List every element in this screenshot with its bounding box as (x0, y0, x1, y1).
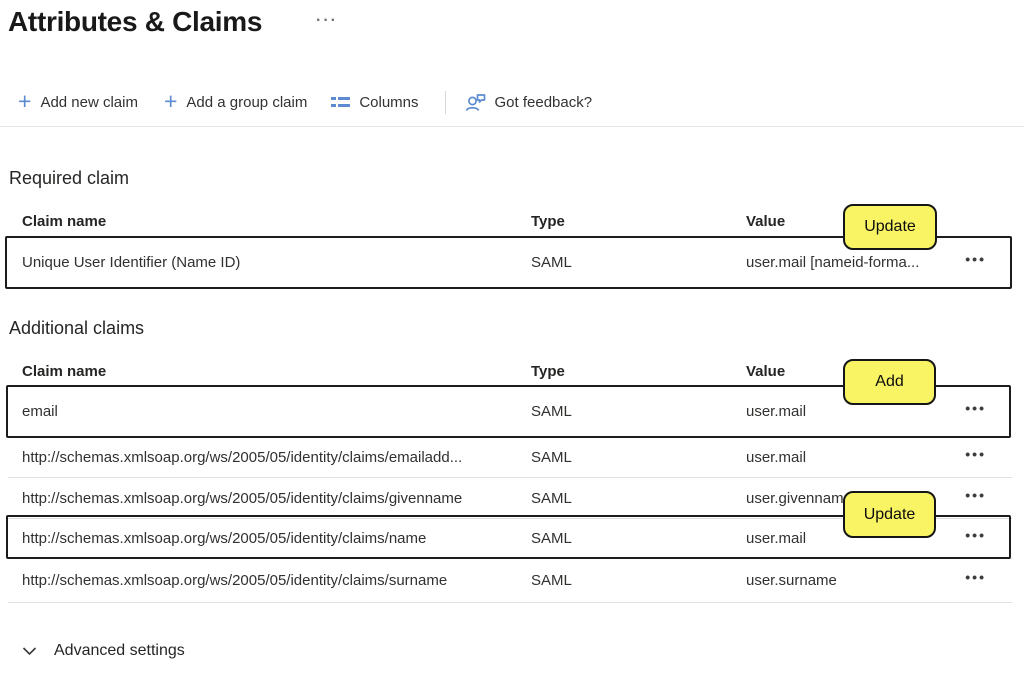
plus-icon: + (164, 90, 177, 113)
advanced-settings-label: Advanced settings (54, 642, 185, 660)
claim-value-cell: user.mail (746, 449, 953, 466)
sticky-label: Update (864, 506, 916, 524)
chevron-down-icon (22, 646, 37, 656)
sticky-label: Add (875, 373, 903, 391)
row-context-menu-button[interactable]: ••• (965, 527, 986, 543)
advanced-settings-expander[interactable]: Advanced settings (22, 642, 185, 660)
columns-label: Columns (359, 94, 418, 111)
row-context-menu-button[interactable]: ••• (965, 400, 986, 416)
page-title: Attributes & Claims (8, 6, 262, 38)
plus-icon: + (18, 90, 31, 113)
add-group-claim-label: Add a group claim (186, 94, 307, 111)
annotation-sticky-update-name: Update (843, 491, 936, 538)
header-type: Type (531, 363, 746, 380)
annotation-sticky-add: Add (843, 359, 936, 405)
sticky-label: Update (864, 218, 916, 236)
feedback-person-icon (465, 93, 486, 112)
additional-claims-heading: Additional claims (9, 318, 144, 339)
columns-button[interactable]: Columns (331, 94, 418, 111)
claim-name-cell: Unique User Identifier (Name ID) (8, 254, 531, 271)
claim-name-cell: email (8, 403, 531, 420)
claim-row-emailaddress[interactable]: http://schemas.xmlsoap.org/ws/2005/05/id… (8, 437, 1012, 478)
attributes-claims-page: Attributes & Claims ··· + Add new claim … (0, 0, 1024, 673)
claim-name-cell: http://schemas.xmlsoap.org/ws/2005/05/id… (8, 490, 531, 507)
add-new-claim-label: Add new claim (40, 94, 138, 111)
got-feedback-button[interactable]: Got feedback? (465, 93, 593, 112)
page-title-more-menu[interactable]: ··· (316, 12, 338, 30)
claim-name-cell: http://schemas.xmlsoap.org/ws/2005/05/id… (8, 449, 531, 466)
columns-icon (331, 95, 350, 109)
row-context-menu-button[interactable]: ••• (965, 487, 986, 503)
toolbar-divider (445, 91, 446, 114)
claim-value-cell: user.mail (746, 403, 953, 420)
claim-name-cell: http://schemas.xmlsoap.org/ws/2005/05/id… (8, 572, 531, 589)
row-context-menu-button[interactable]: ••• (965, 251, 986, 267)
header-claim-name: Claim name (8, 363, 531, 380)
header-type: Type (531, 213, 746, 230)
claim-value-cell: user.surname (746, 572, 953, 589)
claim-type-cell: SAML (531, 449, 746, 466)
claim-value-cell: user.mail [nameid-forma... (746, 254, 953, 271)
claim-type-cell: SAML (531, 490, 746, 507)
claim-row-surname[interactable]: http://schemas.xmlsoap.org/ws/2005/05/id… (8, 559, 1012, 603)
required-claim-heading: Required claim (9, 168, 129, 189)
row-context-menu-button[interactable]: ••• (965, 446, 986, 462)
row-context-menu-button[interactable]: ••• (965, 569, 986, 585)
claim-type-cell: SAML (531, 403, 746, 420)
claim-type-cell: SAML (531, 530, 746, 547)
add-group-claim-button[interactable]: + Add a group claim (164, 91, 307, 114)
command-bar: + Add new claim + Add a group claim Colu… (18, 86, 592, 118)
got-feedback-label: Got feedback? (495, 94, 593, 111)
annotation-sticky-update-required: Update (843, 204, 937, 250)
add-new-claim-button[interactable]: + Add new claim (18, 91, 138, 114)
toolbar-rule (0, 126, 1024, 127)
claim-type-cell: SAML (531, 254, 746, 271)
claim-name-cell: http://schemas.xmlsoap.org/ws/2005/05/id… (8, 530, 531, 547)
claim-type-cell: SAML (531, 572, 746, 589)
header-claim-name: Claim name (8, 213, 531, 230)
